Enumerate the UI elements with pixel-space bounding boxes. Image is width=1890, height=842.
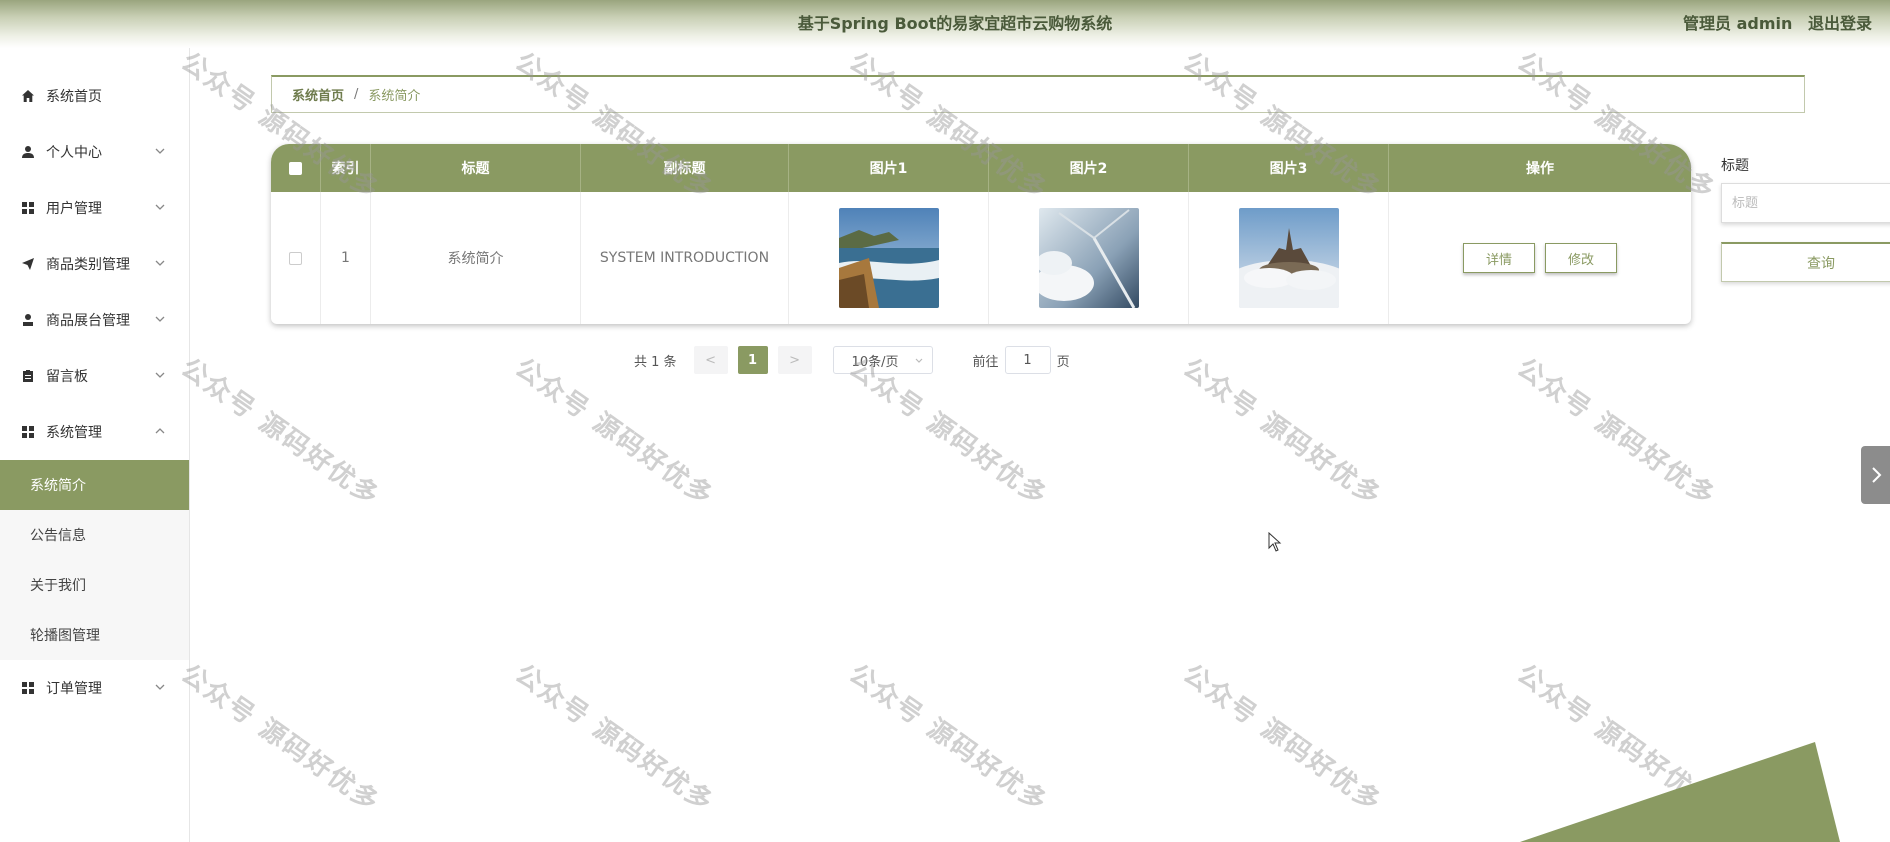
table-header: 索引 标题 副标题 图片1 图片2 图片3 操作 bbox=[271, 144, 1691, 192]
data-table: 索引 标题 副标题 图片1 图片2 图片3 操作 1 系统简介 SYSTEM I… bbox=[271, 144, 1691, 324]
cloud-town-image bbox=[1238, 208, 1339, 308]
grid-icon bbox=[20, 424, 36, 440]
home-icon bbox=[20, 88, 36, 104]
page-1-button[interactable]: 1 bbox=[737, 346, 768, 374]
goto-suffix: 页 bbox=[1056, 354, 1070, 370]
sidebar-item-label: 系统管理 bbox=[46, 425, 102, 441]
sidebar-item-personal[interactable]: 个人中心 bbox=[0, 124, 189, 180]
sidebar-subitem-about[interactable]: 关于我们 bbox=[0, 560, 189, 610]
chevron-up-icon bbox=[155, 428, 165, 434]
sidebar-item-label: 商品类别管理 bbox=[46, 257, 130, 273]
sidebar-subitem-carousel[interactable]: 轮播图管理 bbox=[0, 610, 189, 660]
next-page-button[interactable]: > bbox=[777, 346, 812, 374]
subtitle-cell: SYSTEM INTRODUCTION bbox=[581, 192, 789, 324]
watermark-text: 公众号 源码好优多 bbox=[175, 658, 386, 819]
total-count: 共 1 条 bbox=[634, 354, 677, 370]
column-header: 副标题 bbox=[581, 144, 789, 192]
sidebar-subitem-intro[interactable]: 系统简介 bbox=[0, 460, 189, 510]
sidebar-item-label: 商品展台管理 bbox=[46, 313, 130, 329]
image2-cell bbox=[989, 192, 1189, 324]
sidebar-subitem-notice[interactable]: 公告信息 bbox=[0, 510, 189, 560]
column-header: 索引 bbox=[321, 144, 371, 192]
breadcrumb-separator: / bbox=[354, 87, 359, 102]
side-toggle-button[interactable] bbox=[1861, 446, 1890, 504]
logout-link[interactable]: 退出登录 bbox=[1808, 14, 1872, 33]
goto-prefix: 前往 bbox=[972, 354, 999, 370]
page: 基于Spring Boot的易家宜超市云购物系统 管理员 admin 退出登录 … bbox=[0, 0, 1890, 842]
watermark-text: 公众号 源码好优多 bbox=[1511, 352, 1722, 513]
chevron-down-icon bbox=[155, 684, 165, 690]
watermark-text: 公众号 源码好优多 bbox=[175, 352, 386, 513]
sidebar-item-orders[interactable]: 订单管理 bbox=[0, 660, 189, 716]
detail-button[interactable]: 详情 bbox=[1462, 243, 1535, 273]
watermark-text: 公众号 源码好优多 bbox=[1177, 658, 1388, 819]
pagination: 共 1 条 < 1 > 10条/页 前往 1 页 bbox=[634, 346, 1070, 374]
prev-page-button[interactable]: < bbox=[693, 346, 728, 374]
page-jump: 前往 1 页 bbox=[973, 346, 1070, 374]
chevron-down-icon bbox=[915, 358, 922, 363]
wind-turbine-image bbox=[1038, 208, 1139, 308]
breadcrumb: 系统首页 / 系统简介 bbox=[271, 75, 1805, 113]
user-area: 管理员 admin 退出登录 bbox=[1673, 10, 1872, 34]
index-cell: 1 bbox=[321, 192, 371, 324]
search-button[interactable]: 查询 bbox=[1721, 242, 1890, 282]
admin-label: 管理员 admin bbox=[1683, 14, 1793, 33]
clipboard-icon bbox=[20, 368, 36, 384]
chevron-down-icon bbox=[155, 260, 165, 266]
goto-page-input[interactable]: 1 bbox=[1004, 346, 1051, 374]
chevron-down-icon bbox=[155, 316, 165, 322]
column-header: 标题 bbox=[371, 144, 581, 192]
select-all-checkbox[interactable] bbox=[289, 161, 302, 175]
page-size-select[interactable]: 10条/页 bbox=[832, 346, 933, 374]
sidebar-item-categories[interactable]: 商品类别管理 bbox=[0, 236, 189, 292]
column-header: 图片3 bbox=[1189, 144, 1389, 192]
chevron-down-icon bbox=[155, 204, 165, 210]
search-label: 标题 bbox=[1721, 158, 1749, 174]
sidebar: 系统首页 个人中心 用户管理 商品类别管理 商品展台管理 留言板 系统管理 系统… bbox=[0, 48, 190, 842]
image1-cell bbox=[789, 192, 989, 324]
row-select-cell bbox=[271, 192, 321, 324]
breadcrumb-home[interactable]: 系统首页 bbox=[292, 85, 344, 104]
column-header: 图片2 bbox=[989, 144, 1189, 192]
sidebar-item-system[interactable]: 系统管理 bbox=[0, 404, 189, 460]
sidebar-item-label: 系统首页 bbox=[46, 89, 102, 105]
user-icon bbox=[20, 144, 36, 160]
title-cell: 系统简介 bbox=[371, 192, 581, 324]
sidebar-item-showcase[interactable]: 商品展台管理 bbox=[0, 292, 189, 348]
coast-image bbox=[838, 208, 939, 308]
watermark-text: 公众号 源码好优多 bbox=[843, 658, 1054, 819]
image3-cell bbox=[1189, 192, 1389, 324]
app-title: 基于Spring Boot的易家宜超市云购物系统 bbox=[797, 14, 1113, 33]
breadcrumb-current: 系统简介 bbox=[368, 89, 421, 104]
chevron-down-icon bbox=[155, 148, 165, 154]
sidebar-item-label: 订单管理 bbox=[46, 681, 102, 697]
person-icon bbox=[20, 312, 36, 328]
decorative-corner-shape bbox=[1520, 742, 1840, 842]
sidebar-item-home[interactable]: 系统首页 bbox=[0, 68, 189, 124]
edit-button[interactable]: 修改 bbox=[1545, 243, 1618, 273]
chevron-right-icon bbox=[1871, 467, 1881, 483]
system-submenu: 系统简介 公告信息 关于我们 轮播图管理 bbox=[0, 460, 189, 660]
grid-icon bbox=[20, 200, 36, 216]
sidebar-item-label: 个人中心 bbox=[46, 145, 102, 161]
column-header: 图片1 bbox=[789, 144, 989, 192]
sidebar-item-messages[interactable]: 留言板 bbox=[0, 348, 189, 404]
actions-cell: 详情 修改 bbox=[1389, 192, 1691, 324]
table-row: 1 系统简介 SYSTEM INTRODUCTION 详情 修改 bbox=[271, 192, 1691, 324]
watermark-text: 公众号 源码好优多 bbox=[509, 658, 720, 819]
top-header: 基于Spring Boot的易家宜超市云购物系统 管理员 admin 退出登录 bbox=[0, 0, 1890, 48]
title-search-input[interactable] bbox=[1721, 183, 1890, 223]
mouse-cursor-icon bbox=[1268, 532, 1282, 552]
sidebar-item-label: 留言板 bbox=[46, 369, 88, 385]
send-icon bbox=[20, 256, 36, 272]
row-checkbox[interactable] bbox=[289, 251, 302, 265]
chevron-down-icon bbox=[155, 372, 165, 378]
sidebar-item-label: 用户管理 bbox=[46, 201, 102, 217]
grid-icon bbox=[20, 680, 36, 696]
sidebar-item-users[interactable]: 用户管理 bbox=[0, 180, 189, 236]
page-size-value: 10条/页 bbox=[851, 354, 899, 370]
column-header: 操作 bbox=[1526, 161, 1554, 177]
select-all-cell bbox=[271, 144, 321, 192]
watermark-text: 公众号 源码好优多 bbox=[1177, 352, 1388, 513]
